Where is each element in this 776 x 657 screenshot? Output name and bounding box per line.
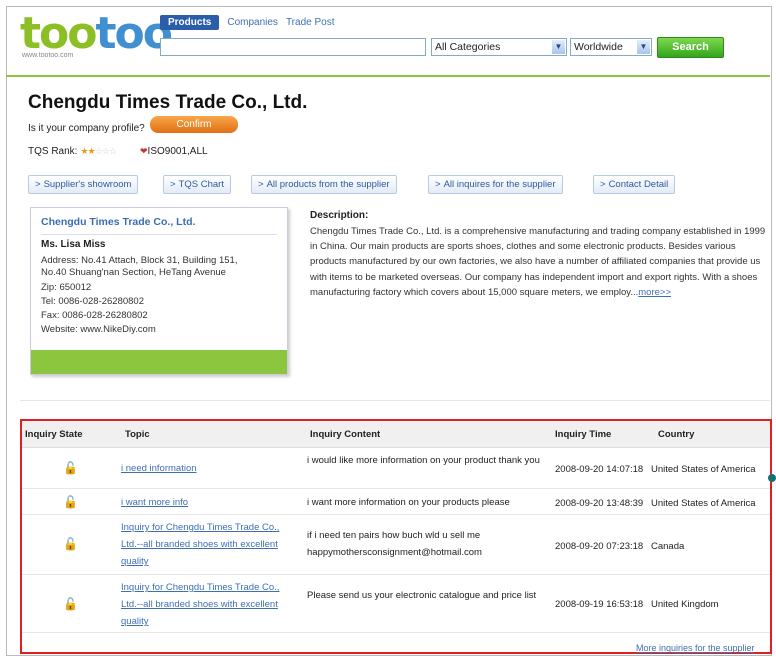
tqs-rank: TQS Rank: ★★☆☆☆ <box>28 146 117 157</box>
certification: ❤ISO9001,ALL <box>140 146 208 157</box>
star-rating-icon: ★★☆☆☆ <box>80 146 117 157</box>
nav-tqs-chart[interactable]: > TQS Chart <box>163 175 231 194</box>
tab-trade-post[interactable]: Trade Post <box>286 17 335 28</box>
tqs-label: TQS Rank: <box>28 146 78 157</box>
cert-text: ISO9001,ALL <box>147 146 208 157</box>
nav-label: TQS Chart <box>178 179 224 190</box>
card-footer-bar <box>31 350 287 374</box>
stars-empty: ☆☆☆ <box>94 146 117 156</box>
contact-address-line-2: No.40 Shuang'nan Section, HeTang Avenue <box>41 267 226 278</box>
contact-tel: Tel: 0086-028-26280802 <box>41 296 145 307</box>
chevron-right-icon: > <box>600 179 606 190</box>
contact-company[interactable]: Chengdu Times Trade Co., Ltd. <box>41 216 195 228</box>
tab-products[interactable]: Products <box>160 15 220 30</box>
card-divider <box>41 234 277 235</box>
nav-all-inquires[interactable]: > All inquires for the supplier <box>428 175 563 194</box>
nav-label: Contact Detail <box>608 179 669 190</box>
search-tabs: Products Companies Trade Post <box>160 15 334 30</box>
logo-url: www.tootoo.com <box>22 52 74 59</box>
nav-contact-detail[interactable]: > Contact Detail <box>593 175 676 194</box>
stars-filled: ★★ <box>80 146 95 156</box>
region-select-value: Worldwide <box>574 41 623 53</box>
search-input[interactable] <box>160 38 426 56</box>
nav-label: All products from the supplier <box>266 179 390 190</box>
description-body: Chengdu Times Trade Co., Ltd. is a compr… <box>310 226 766 298</box>
tootoo-logo[interactable]: tootoo <box>20 10 173 58</box>
nav-label: Supplier's showroom <box>43 179 132 190</box>
more-inquiries-link[interactable]: More inquiries for the supplier <box>636 643 755 653</box>
confirm-button[interactable]: Confirm <box>150 116 238 133</box>
description-more-link[interactable]: more>> <box>638 287 671 298</box>
company-title: Chengdu Times Trade Co., Ltd. <box>28 92 308 113</box>
region-select[interactable]: Worldwide ▼ <box>570 38 652 56</box>
chevron-right-icon: > <box>258 179 264 190</box>
header-divider <box>6 75 770 77</box>
tab-companies[interactable]: Companies <box>227 17 278 28</box>
chevron-right-icon: > <box>170 179 176 190</box>
category-select-value: All Categories <box>435 41 501 53</box>
section-divider <box>20 400 770 401</box>
contact-person: Ms. Lisa Miss <box>41 239 106 250</box>
contact-website: Website: www.NikeDiy.com <box>41 324 156 335</box>
chevron-right-icon: > <box>435 179 441 190</box>
description-label: Description: <box>310 210 369 221</box>
scroll-indicator <box>768 474 776 482</box>
search-button[interactable]: Search <box>657 37 724 58</box>
nav-suppliers-showroom[interactable]: > Supplier's showroom <box>28 175 139 194</box>
description-text: Chengdu Times Trade Co., Ltd. is a compr… <box>310 224 772 300</box>
chevron-right-icon: > <box>35 179 41 190</box>
inquiries-highlight-box <box>20 419 772 654</box>
certificate-icon: ❤ <box>140 146 148 156</box>
nav-all-products[interactable]: > All products from the supplier <box>251 175 397 194</box>
chevron-down-icon[interactable]: ▼ <box>637 40 650 54</box>
category-select[interactable]: All Categories ▼ <box>431 38 567 56</box>
contact-fax: Fax: 0086-028-26280802 <box>41 310 148 321</box>
contact-address-line-1: Address: No.41 Attach, Block 31, Buildin… <box>41 255 238 266</box>
contact-card: Chengdu Times Trade Co., Ltd. Ms. Lisa M… <box>30 207 288 375</box>
nav-label: All inquires for the supplier <box>443 179 556 190</box>
contact-zip: Zip: 650012 <box>41 282 92 293</box>
profile-question: Is it your company profile? <box>28 123 145 134</box>
chevron-down-icon[interactable]: ▼ <box>552 40 565 54</box>
